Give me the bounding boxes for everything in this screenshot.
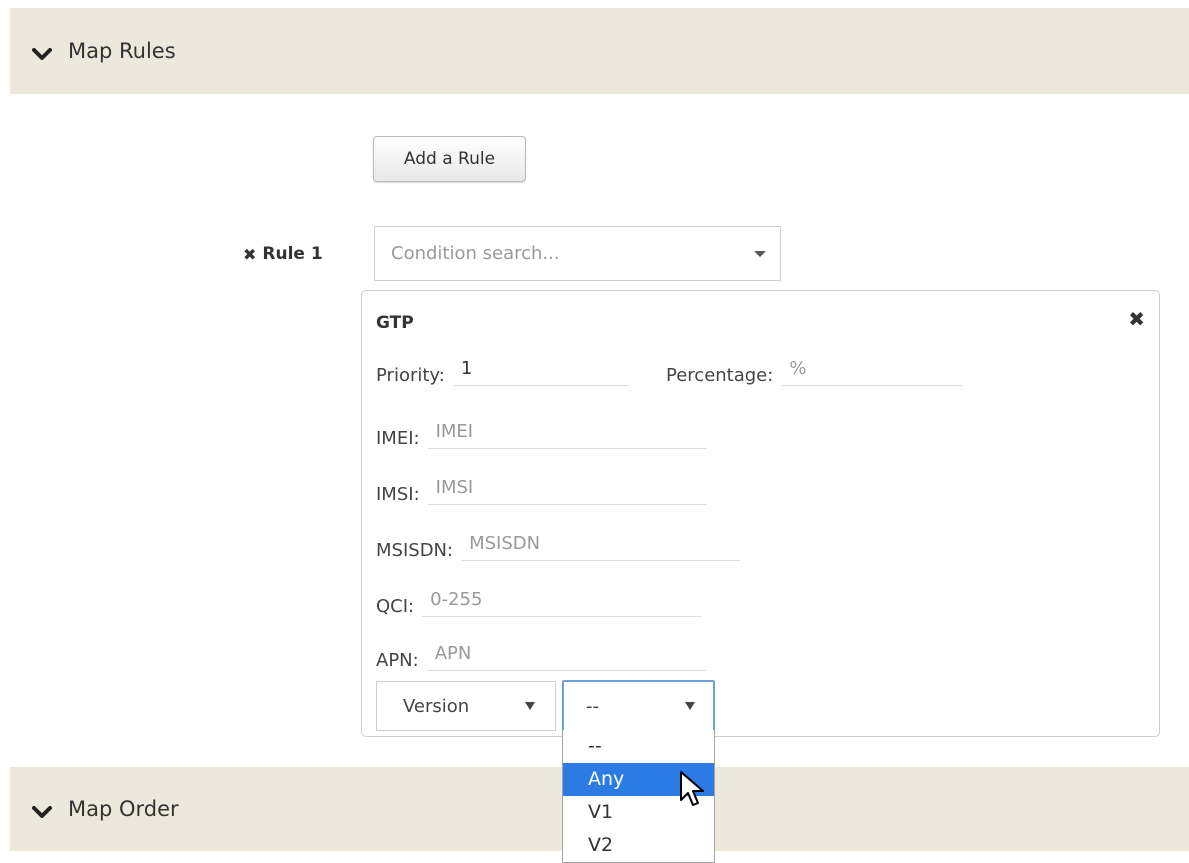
priority-label: Priority: — [376, 365, 445, 386]
panel-title: GTP — [376, 313, 414, 333]
close-icon[interactable]: ✖ — [243, 245, 256, 264]
gtp-condition-panel: GTP ✖ Priority: 1 Percentage: % IMEI: IM… — [361, 290, 1160, 737]
percentage-input[interactable]: % — [781, 346, 964, 386]
section-title: Map Rules — [68, 39, 176, 63]
section-title: Map Order — [68, 797, 179, 821]
condition-search-select[interactable]: Condition search... — [374, 226, 781, 281]
imei-label: IMEI: — [376, 428, 420, 449]
condition-search-placeholder: Condition search... — [391, 243, 560, 264]
version-value-select[interactable]: -- — [562, 680, 715, 732]
close-icon[interactable]: ✖ — [1128, 307, 1145, 331]
rule-label: ✖ Rule 1 — [243, 244, 323, 264]
priority-field: Priority: 1 — [376, 346, 629, 386]
dropdown-option[interactable]: V2 — [563, 829, 714, 862]
triangle-down-icon — [525, 702, 535, 710]
qci-field: QCI: 0-255 — [376, 577, 702, 617]
caret-down-icon — [754, 250, 766, 257]
version-value-select-value: -- — [586, 695, 599, 717]
percentage-label: Percentage: — [666, 365, 774, 386]
percentage-field: Percentage: % — [666, 346, 964, 386]
apn-label: APN: — [376, 650, 419, 671]
mouse-pointer-icon — [680, 771, 704, 806]
imei-field: IMEI: IMEI — [376, 409, 707, 449]
priority-input[interactable]: 1 — [452, 346, 629, 386]
qci-label: QCI: — [376, 596, 415, 617]
rule-name: Rule 1 — [262, 244, 323, 264]
msisdn-label: MSISDN: — [376, 540, 454, 561]
imsi-label: IMSI: — [376, 484, 420, 505]
msisdn-input[interactable]: MSISDN — [461, 521, 741, 561]
imei-input[interactable]: IMEI — [427, 409, 707, 449]
qci-input[interactable]: 0-255 — [422, 577, 702, 617]
imsi-field: IMSI: IMSI — [376, 465, 707, 505]
dropdown-option[interactable]: -- — [563, 730, 714, 763]
apn-field: APN: APN — [376, 631, 706, 671]
version-select[interactable]: Version — [376, 681, 556, 731]
add-rule-button[interactable]: Add a Rule — [373, 136, 526, 182]
chevron-down-icon — [32, 801, 52, 818]
imsi-input[interactable]: IMSI — [427, 465, 707, 505]
version-select-value: Version — [403, 695, 470, 717]
triangle-down-icon — [685, 702, 695, 710]
chevron-down-icon — [32, 43, 52, 60]
apn-input[interactable]: APN — [426, 631, 706, 671]
map-rules-header[interactable]: Map Rules — [10, 8, 1189, 94]
msisdn-field: MSISDN: MSISDN — [376, 521, 741, 561]
